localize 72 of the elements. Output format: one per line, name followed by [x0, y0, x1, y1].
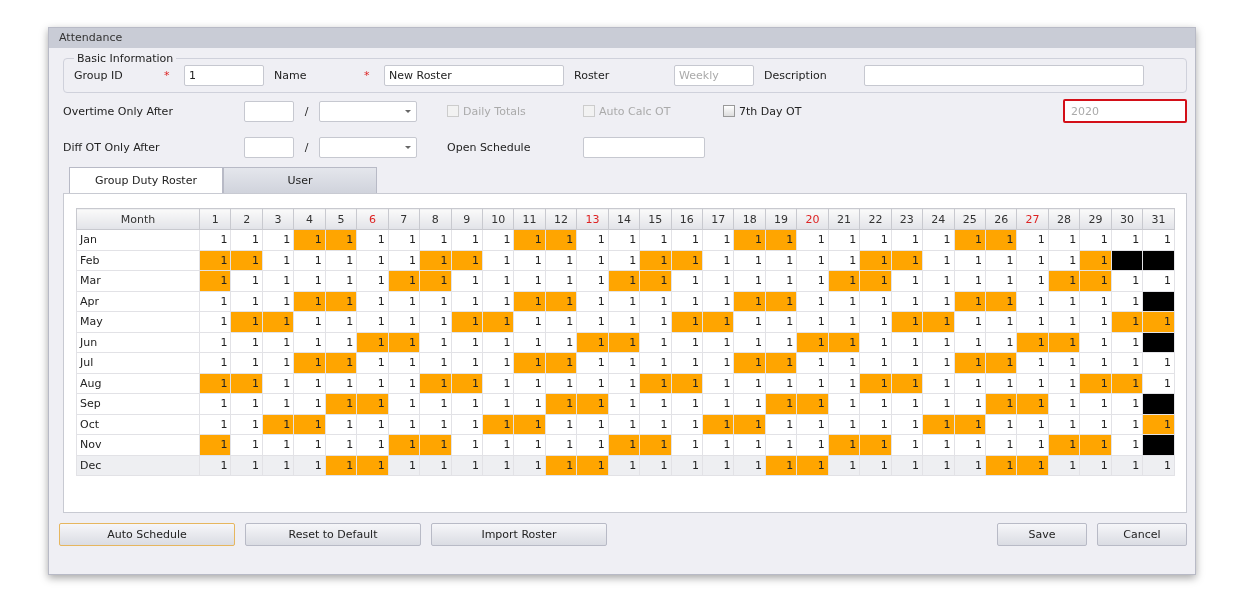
required-asterisk: * — [364, 69, 371, 82]
action-button[interactable]: Reset to Default — [245, 522, 421, 546]
text-field[interactable]: 1 — [184, 65, 264, 86]
separator-slash: / — [303, 140, 310, 154]
text-field[interactable] — [244, 100, 294, 122]
month-cell: Sep — [76, 393, 200, 414]
column-header: 27 — [1016, 208, 1049, 230]
action-button[interactable]: Auto Schedule — [59, 522, 235, 546]
month-cell: May — [76, 311, 200, 332]
column-header: 25 — [954, 208, 986, 230]
column-header: 26 — [985, 208, 1017, 230]
column-header: 18 — [733, 208, 766, 230]
column-header: 20 — [796, 208, 829, 230]
field-label: Description — [764, 69, 828, 82]
month-cell: Jun — [76, 332, 200, 353]
text-field[interactable] — [864, 65, 1144, 86]
field-label: Name — [274, 69, 308, 82]
month-cell: Dec — [76, 455, 200, 476]
field-label: Open Schedule — [447, 140, 532, 154]
month-cell: Jul — [76, 352, 200, 373]
column-header: 1 — [199, 208, 231, 230]
month-cell: Feb — [76, 250, 200, 271]
column-header: 9 — [451, 208, 483, 230]
text-field[interactable]: New Roster — [384, 65, 564, 86]
month-cell: Oct — [76, 414, 200, 435]
window-title: Attendance — [49, 28, 1195, 48]
column-header: 6 — [356, 208, 389, 230]
field-label: Roster — [574, 69, 611, 82]
field-label: Group ID — [74, 69, 124, 82]
tab[interactable]: User — [223, 167, 377, 194]
column-header: 29 — [1079, 208, 1112, 230]
text-field[interactable]: Weekly — [674, 65, 754, 86]
column-header: 15 — [639, 208, 672, 230]
column-header: 21 — [828, 208, 860, 230]
column-header: 16 — [671, 208, 703, 230]
column-header: 22 — [859, 208, 892, 230]
column-header: 17 — [702, 208, 734, 230]
month-cell: Aug — [76, 373, 200, 394]
column-header: 11 — [513, 208, 546, 230]
action-button[interactable]: Save — [997, 522, 1087, 546]
action-button[interactable]: Cancel — [1097, 522, 1187, 546]
month-cell: Apr — [76, 291, 200, 312]
separator-slash: / — [303, 104, 310, 118]
column-header: 4 — [293, 208, 326, 230]
column-header: 30 — [1111, 208, 1143, 230]
checkbox[interactable]: 7th Day OT — [723, 104, 829, 118]
column-header: 28 — [1048, 208, 1080, 230]
column-header: 24 — [922, 208, 954, 230]
column-header: 3 — [262, 208, 294, 230]
column-header: 10 — [482, 208, 514, 230]
column-header: 12 — [545, 208, 577, 230]
column-header: 31 — [1142, 208, 1175, 230]
column-header: 13 — [576, 208, 609, 230]
required-asterisk: * — [164, 69, 171, 82]
column-header: 14 — [608, 208, 640, 230]
column-header: Month — [76, 208, 200, 230]
column-header: 2 — [230, 208, 263, 230]
column-header: 8 — [419, 208, 451, 230]
column-header: 23 — [891, 208, 923, 230]
column-header: 19 — [765, 208, 797, 230]
field-label: Diff OT Only After — [63, 140, 161, 154]
month-cell: Mar — [76, 270, 200, 291]
action-button[interactable]: Import Roster — [431, 522, 607, 546]
text-field[interactable] — [583, 136, 705, 158]
tab[interactable]: Group Duty Roster — [69, 167, 223, 194]
month-cell: Jan — [76, 229, 200, 250]
column-header: 5 — [325, 208, 357, 230]
field-label: Overtime Only After — [63, 104, 174, 118]
group-legend: Basic Information — [74, 52, 177, 65]
month-cell: Nov — [76, 434, 200, 455]
column-header: 7 — [388, 208, 420, 230]
text-field[interactable] — [244, 136, 294, 158]
